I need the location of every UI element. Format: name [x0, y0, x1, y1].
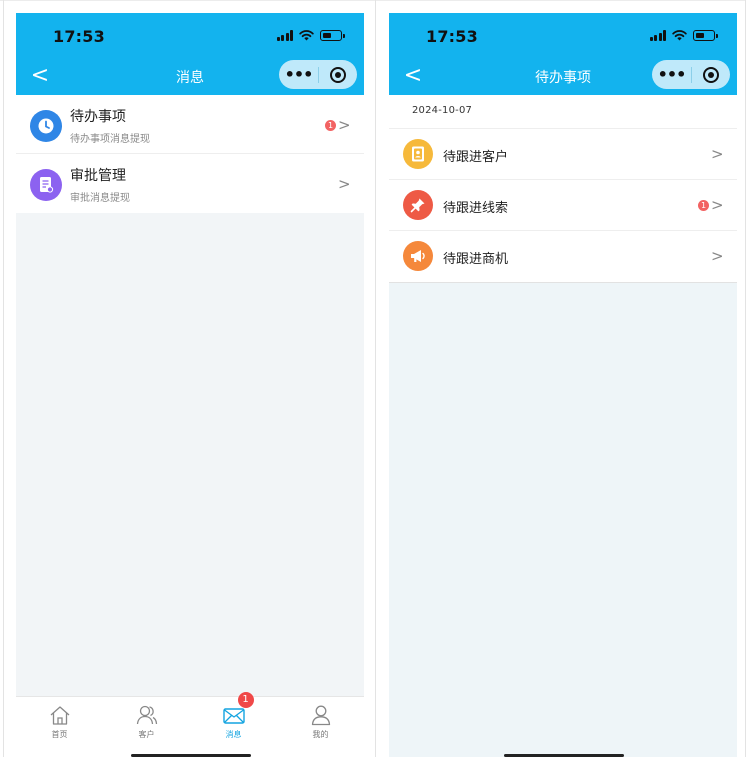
status-bar: 17:53: [16, 13, 364, 59]
status-bar: 17:53: [389, 13, 737, 59]
message-item-title: 待办事项: [70, 109, 126, 125]
mini-program-capsule: •••: [279, 60, 357, 89]
message-list: 待办事项 待办事项消息提现 1 > 审批管理 审批消息提现 >: [16, 95, 364, 213]
signal-icon: [276, 30, 293, 41]
todo-item-customers[interactable]: 待跟进客户 >: [389, 129, 737, 180]
todo-item-title: 待跟进线索: [443, 201, 509, 216]
clock-icon: [30, 110, 62, 142]
tab-unread-badge: 1: [237, 692, 254, 708]
message-item-approval[interactable]: 审批管理 审批消息提现 >: [16, 154, 364, 213]
phone-todo: 17:53 < 待办事项 ••• 2024-10-07 待跟进客户 > 待跟进线…: [389, 13, 737, 757]
date-label: 2024-10-07: [412, 105, 473, 116]
todo-item-title: 待跟进客户: [443, 150, 509, 165]
status-time: 17:53: [426, 27, 478, 46]
megaphone-icon: [403, 241, 433, 271]
status-time: 17:53: [53, 27, 105, 46]
tab-label: 我的: [312, 730, 329, 739]
nav-bar: < 消息 •••: [16, 59, 364, 95]
document-icon: [30, 169, 62, 201]
tab-label: 首页: [51, 730, 68, 739]
tab-label: 客户: [138, 730, 155, 739]
message-item-todo[interactable]: 待办事项 待办事项消息提现 1 >: [16, 95, 364, 154]
signal-icon: [649, 30, 666, 41]
tab-profile[interactable]: 我的: [277, 697, 364, 757]
phone-messages: 17:53 < 消息 ••• 待办事项 待办事项消息提现 1 > 审批管理 审批…: [16, 13, 364, 757]
chevron-right-icon: >: [711, 196, 724, 214]
battery-icon: [693, 30, 718, 41]
more-icon[interactable]: •••: [652, 60, 691, 89]
wifi-icon: [299, 30, 314, 41]
status-icons: [276, 30, 345, 41]
customers-icon: [136, 705, 157, 725]
close-target-icon[interactable]: [692, 66, 730, 83]
home-icon: [50, 706, 69, 725]
date-header: 2024-10-07: [389, 95, 737, 129]
contact-card-icon: [403, 139, 433, 169]
message-item-subtitle: 审批消息提现: [70, 193, 130, 204]
frame-border-left: [3, 0, 4, 757]
chevron-right-icon: >: [338, 175, 351, 193]
pin-icon: [403, 190, 433, 220]
frame-divider: [375, 0, 376, 757]
close-target-icon[interactable]: [319, 66, 357, 83]
tab-messages[interactable]: 1 消息: [190, 692, 277, 757]
battery-icon: [320, 30, 345, 41]
unread-badge: 1: [325, 120, 336, 131]
chevron-right-icon: >: [711, 145, 724, 163]
status-icons: [649, 30, 718, 41]
todo-item-title: 待跟进商机: [443, 252, 509, 267]
tab-home[interactable]: 首页: [16, 697, 103, 757]
todo-item-opportunities[interactable]: 待跟进商机 >: [389, 231, 737, 282]
message-item-subtitle: 待办事项消息提现: [70, 134, 150, 145]
todo-item-leads[interactable]: 待跟进线索 1 >: [389, 180, 737, 231]
message-item-title: 审批管理: [70, 168, 126, 184]
unread-badge: 1: [698, 200, 709, 211]
tab-customers[interactable]: 客户: [103, 697, 190, 757]
nav-bar: < 待办事项 •••: [389, 59, 737, 95]
tab-label: 消息: [225, 730, 242, 739]
wifi-icon: [672, 30, 687, 41]
tab-bar: 首页 客户 1 消息 我的: [16, 692, 364, 757]
chevron-right-icon: >: [711, 247, 724, 265]
profile-icon: [311, 705, 330, 726]
chevron-right-icon: >: [338, 116, 351, 134]
mini-program-capsule: •••: [652, 60, 730, 89]
more-icon[interactable]: •••: [279, 60, 318, 89]
top-border: [0, 0, 746, 1]
todo-list: 待跟进客户 > 待跟进线索 1 > 待跟进商机 >: [389, 129, 737, 283]
